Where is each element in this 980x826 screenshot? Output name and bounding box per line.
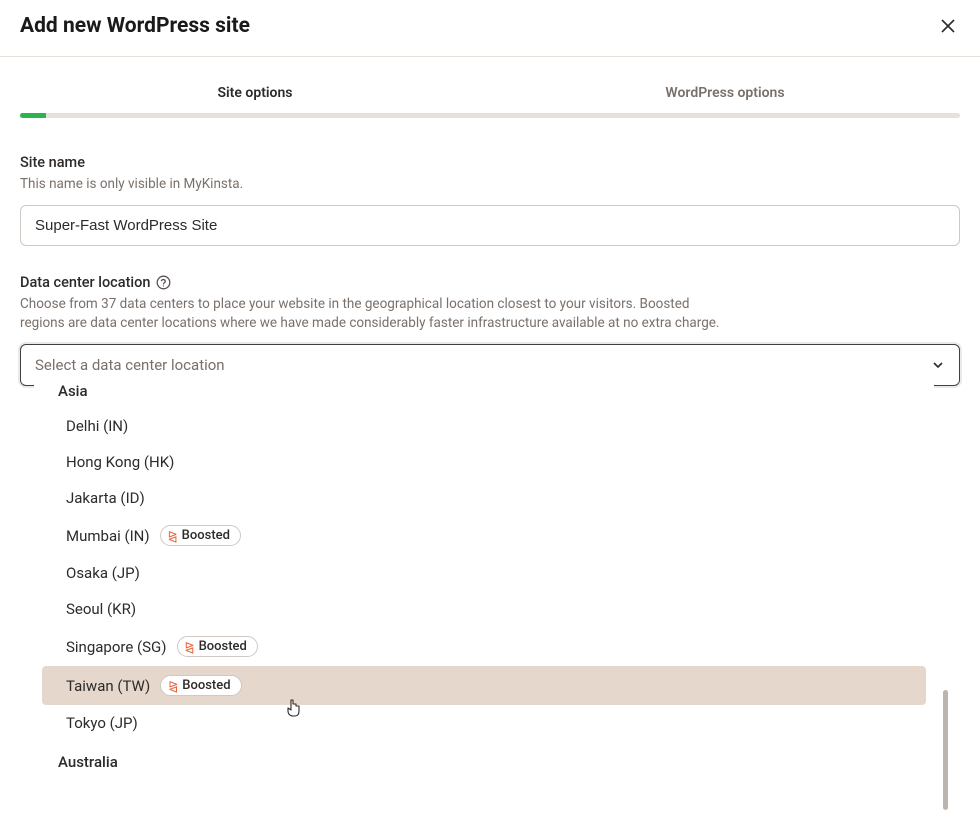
option-singapore[interactable]: Singapore (SG) ⧎ Boosted (34, 627, 934, 666)
option-label: Mumbai (IN) (66, 527, 150, 545)
option-seoul[interactable]: Seoul (KR) (34, 591, 934, 627)
page-title: Add new WordPress site (20, 14, 250, 38)
option-label: Hong Kong (HK) (66, 453, 174, 471)
option-delhi[interactable]: Delhi (IN) (34, 408, 934, 444)
site-name-help: This name is only visible in MyKinsta. (20, 175, 720, 195)
data-center-label: Data center location (20, 274, 150, 291)
scrollbar-thumb[interactable] (943, 690, 948, 810)
option-label: Tokyo (JP) (66, 714, 138, 732)
option-label: Jakarta (ID) (66, 489, 145, 507)
site-name-label: Site name (20, 154, 960, 171)
chevron-down-icon (931, 358, 945, 372)
help-icon[interactable] (156, 275, 171, 290)
progress-fill (20, 113, 46, 118)
option-label: Delhi (IN) (66, 417, 128, 435)
tab-wordpress-options[interactable]: WordPress options (490, 77, 960, 113)
data-center-dropdown[interactable]: Asia Delhi (IN) Hong Kong (HK) Jakarta (… (34, 370, 934, 791)
option-mumbai[interactable]: Mumbai (IN) ⧎ Boosted (34, 516, 934, 555)
option-label: Osaka (JP) (66, 564, 140, 582)
dropdown-group-australia: Australia (34, 741, 934, 779)
option-label: Taiwan (TW) (66, 677, 150, 695)
boosted-badge: ⧎ Boosted (160, 675, 241, 696)
close-icon (940, 18, 956, 34)
option-taiwan[interactable]: Taiwan (TW) ⧎ Boosted (42, 666, 926, 705)
bolt-icon: ⧎ (168, 679, 178, 693)
tab-bar: Site options WordPress options (0, 77, 980, 113)
option-hong-kong[interactable]: Hong Kong (HK) (34, 444, 934, 480)
option-jakarta[interactable]: Jakarta (ID) (34, 480, 934, 516)
close-button[interactable] (936, 14, 960, 38)
option-label: Seoul (KR) (66, 600, 136, 618)
boosted-badge: ⧎ Boosted (177, 636, 258, 657)
tab-site-options[interactable]: Site options (20, 77, 490, 113)
progress-bar (20, 113, 960, 118)
option-label: Singapore (SG) (66, 638, 167, 656)
option-tokyo[interactable]: Tokyo (JP) (34, 705, 934, 741)
dropdown-group-asia: Asia (34, 370, 934, 408)
site-name-input[interactable] (20, 205, 960, 246)
bolt-icon: ⧎ (185, 640, 195, 654)
option-osaka[interactable]: Osaka (JP) (34, 555, 934, 591)
data-center-help: Choose from 37 data centers to place you… (20, 295, 720, 334)
boosted-badge: ⧎ Boosted (160, 525, 241, 546)
bolt-icon: ⧎ (168, 529, 178, 543)
